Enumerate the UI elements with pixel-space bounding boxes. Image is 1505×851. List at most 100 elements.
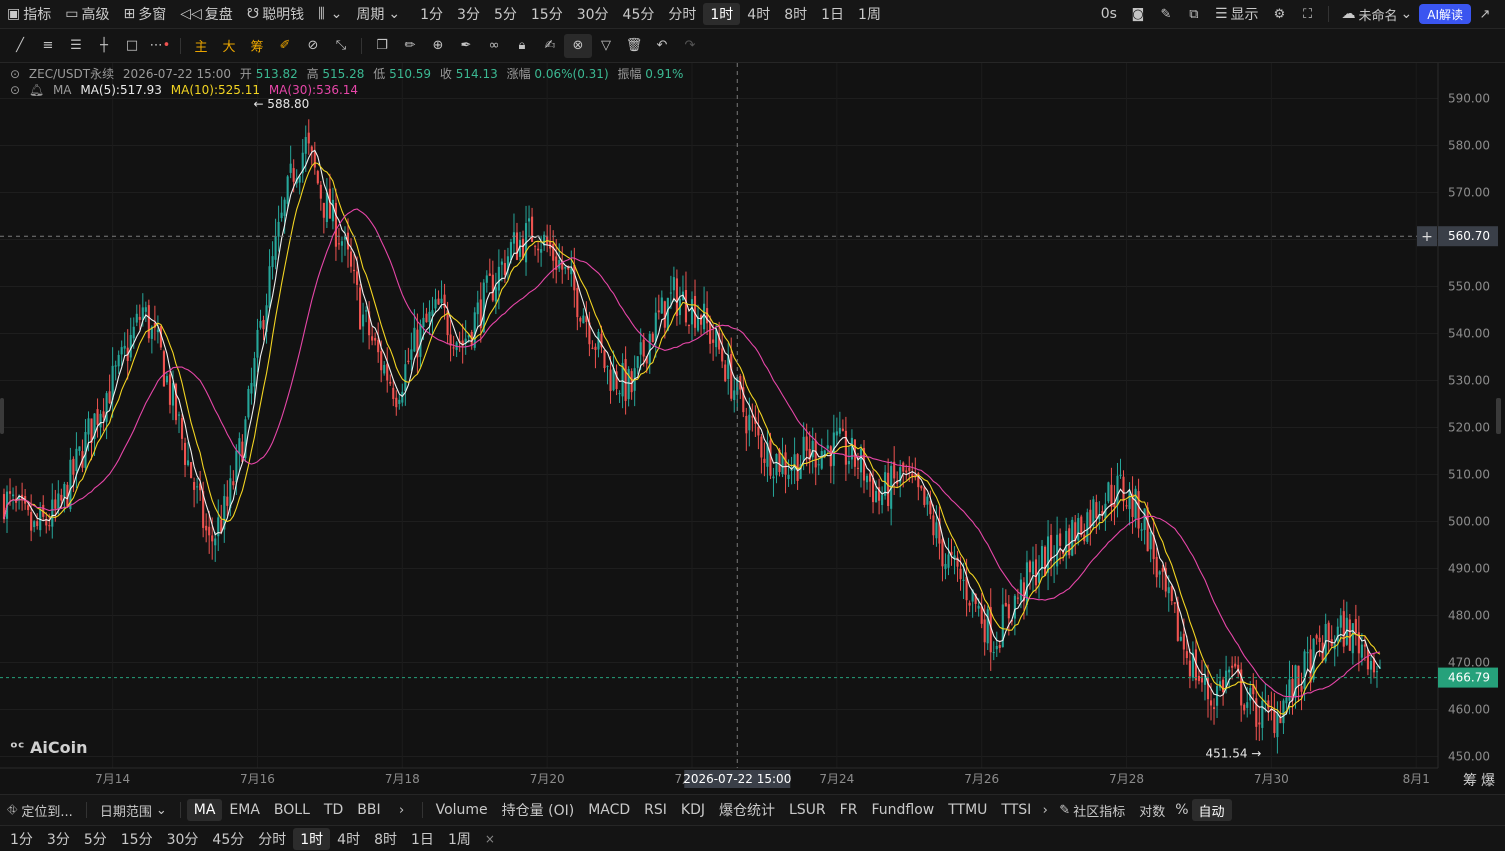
- period-tab-selected[interactable]: 1时: [293, 827, 331, 850]
- more-tools-icon[interactable]: ⋯ •: [146, 34, 174, 58]
- edit-icon[interactable]: ✍: [536, 34, 564, 58]
- sub-indicator-ttsi[interactable]: TTSI: [994, 799, 1038, 821]
- main-indicator-ema[interactable]: EMA: [222, 799, 267, 821]
- chart-type-button[interactable]: ⫼ ⌄: [311, 3, 349, 25]
- period-tab[interactable]: 15分: [114, 828, 160, 850]
- candle-body: [380, 351, 383, 371]
- period-tab[interactable]: 1分: [3, 828, 40, 850]
- trash-icon[interactable]: 🗑︎: [620, 34, 648, 58]
- period-tab[interactable]: 1日: [814, 3, 851, 25]
- sub-indicator-fundflow[interactable]: Fundflow: [864, 799, 941, 821]
- main-indicator-ma[interactable]: MA: [186, 799, 223, 821]
- alert-bell-icon[interactable]: 🔔︎: [29, 83, 44, 97]
- sub-indicator-fr[interactable]: FR: [833, 799, 865, 821]
- measure-icon[interactable]: ⤡: [327, 34, 355, 58]
- gear-icon[interactable]: ⚙: [1266, 2, 1294, 26]
- period-tab[interactable]: 1周: [851, 3, 888, 25]
- period-tab[interactable]: 4时: [740, 3, 777, 25]
- period-dropdown[interactable]: 周期 ⌄: [349, 3, 407, 25]
- main-indicator-boll[interactable]: BOLL: [267, 799, 317, 821]
- candle-body: [856, 467, 860, 469]
- log-scale-toggle[interactable]: 对数: [1132, 799, 1172, 821]
- period-tab-selected[interactable]: 1时: [703, 3, 741, 25]
- brush-icon[interactable]: ✒: [452, 34, 480, 58]
- period-tab[interactable]: 分时: [251, 828, 293, 850]
- magnet-icon[interactable]: ⊘: [299, 34, 327, 58]
- period-tab[interactable]: 8时: [367, 828, 404, 850]
- zoom-in-icon[interactable]: ⊕: [424, 34, 452, 58]
- chevron-right-icon[interactable]: ›: [1038, 798, 1052, 822]
- replay-button[interactable]: ◁◁ 复盘: [173, 3, 240, 25]
- period-tab[interactable]: 分时: [661, 3, 703, 25]
- redo-icon[interactable]: ↷: [676, 34, 704, 58]
- large-orders-button[interactable]: 大: [215, 34, 243, 58]
- sub-indicator-volume[interactable]: Volume: [429, 799, 495, 821]
- link-icon[interactable]: ∞: [480, 34, 508, 58]
- date-range-dropdown[interactable]: 日期范围 ⌄: [93, 799, 174, 821]
- period-tab[interactable]: 30分: [570, 3, 616, 25]
- indicators-button[interactable]: ▣ 指标: [0, 3, 58, 25]
- ai-analysis-button[interactable]: AI解读: [1419, 4, 1471, 24]
- horizontal-lines-icon[interactable]: ☰: [62, 34, 90, 58]
- period-tab[interactable]: 45分: [205, 828, 251, 850]
- share-icon[interactable]: ↗: [1471, 2, 1499, 26]
- sub-indicator-kdj[interactable]: KDJ: [674, 799, 712, 821]
- candle-body: [926, 496, 929, 505]
- candle-body: [144, 307, 147, 312]
- community-indicators-button[interactable]: ✎ 社区指标: [1052, 799, 1132, 821]
- sub-indicator-macd[interactable]: MACD: [581, 799, 637, 821]
- trend-line-icon[interactable]: ╱: [6, 34, 34, 58]
- candle-body: [319, 184, 322, 199]
- horizontal-ray-icon[interactable]: ┼: [90, 34, 118, 58]
- parallel-lines-icon[interactable]: ≡: [34, 34, 62, 58]
- ruler-icon[interactable]: ✏: [396, 34, 424, 58]
- period-tab[interactable]: 5分: [487, 3, 524, 25]
- popout-icon[interactable]: ⧉: [1180, 2, 1208, 26]
- period-tab[interactable]: 3分: [450, 3, 487, 25]
- sub-indicator-rsi[interactable]: RSI: [637, 799, 674, 821]
- filter-icon[interactable]: ▽: [592, 34, 620, 58]
- collapse-icon[interactable]: ⊙: [10, 67, 20, 81]
- copy-icon[interactable]: ❐: [368, 34, 396, 58]
- chip-distribution-button[interactable]: 筹: [243, 34, 271, 58]
- main-indicator-td[interactable]: TD: [317, 799, 350, 821]
- price-chart[interactable]: 590.00580.00570.00560.00550.00540.00530.…: [0, 63, 1505, 794]
- period-tab[interactable]: 8时: [777, 3, 814, 25]
- period-tab[interactable]: 30分: [160, 828, 206, 850]
- camera-icon[interactable]: ◙: [1124, 2, 1152, 26]
- sub-indicator-oi[interactable]: 持仓量 (OI): [495, 799, 582, 821]
- close-icon[interactable]: ×: [478, 828, 502, 850]
- period-tab[interactable]: 1日: [404, 828, 441, 850]
- chevron-right-icon[interactable]: ›: [388, 798, 416, 822]
- hide-icon[interactable]: ⊗: [564, 33, 592, 58]
- fullscreen-icon[interactable]: ⛶: [1294, 2, 1322, 26]
- collapse-icon[interactable]: ⊙: [10, 83, 20, 97]
- period-tab[interactable]: 1周: [441, 828, 478, 850]
- advanced-button[interactable]: ▭ 高级: [58, 3, 116, 25]
- main-chart-button[interactable]: 主: [187, 34, 215, 58]
- undo-icon[interactable]: ↶: [648, 34, 676, 58]
- locate-button[interactable]: ⛗ 定位到...: [0, 799, 80, 821]
- main-indicator-bbi[interactable]: BBI: [350, 799, 387, 821]
- auto-scale-toggle[interactable]: 自动: [1191, 799, 1232, 821]
- period-tab[interactable]: 3分: [40, 828, 77, 850]
- sub-indicator-lsur[interactable]: LSUR: [782, 799, 833, 821]
- candle-body: [286, 176, 289, 204]
- period-tab[interactable]: 4时: [330, 828, 367, 850]
- display-button[interactable]: ☰ 显示: [1208, 3, 1266, 25]
- layout-name-dropdown[interactable]: ☁ 未命名 ⌄: [1335, 3, 1420, 25]
- auto-draw-icon[interactable]: ✐: [271, 34, 299, 58]
- window-icon: ▭: [65, 6, 79, 22]
- smart-money-button[interactable]: ☋ 聪明钱: [240, 3, 311, 25]
- multi-window-button[interactable]: ⊞ 多窗: [116, 3, 173, 25]
- period-tab[interactable]: 45分: [616, 3, 662, 25]
- pen-icon[interactable]: ✎: [1152, 2, 1180, 26]
- percent-scale-toggle[interactable]: %: [1172, 799, 1191, 821]
- sub-indicator-ttmu[interactable]: TTMU: [941, 799, 994, 821]
- period-tab[interactable]: 15分: [524, 3, 570, 25]
- rectangle-icon[interactable]: □: [118, 34, 146, 58]
- period-tab[interactable]: 5分: [77, 828, 114, 850]
- sub-indicator-liquidation[interactable]: 爆仓统计: [712, 799, 782, 821]
- period-tab[interactable]: 1分: [413, 3, 450, 25]
- lock-icon[interactable]: 🔒︎: [508, 34, 536, 58]
